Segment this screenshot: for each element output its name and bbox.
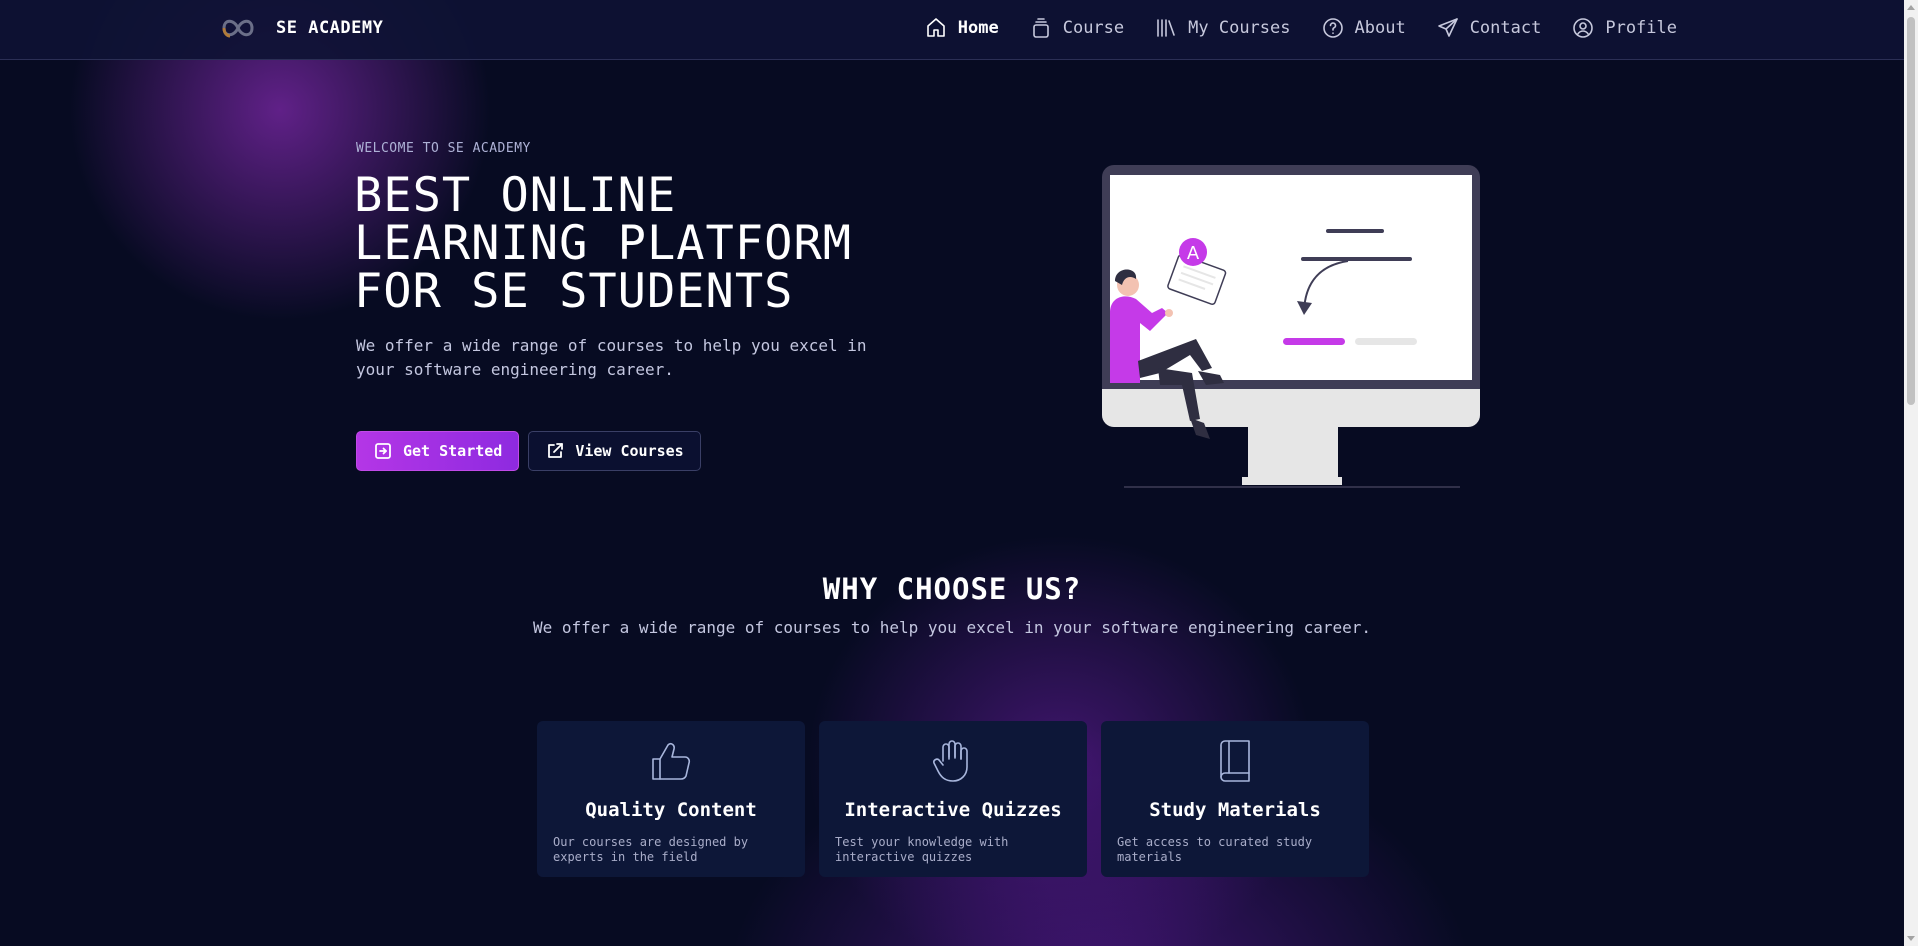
nav-course[interactable]: Course bbox=[1029, 16, 1124, 40]
hand-icon bbox=[929, 737, 977, 785]
feature-cards: Quality Content Our courses are designed… bbox=[537, 721, 1369, 877]
hero-title: BEST ONLINE LEARNING PLATFORM FOR SE STU… bbox=[354, 168, 853, 319]
grade-letter: A bbox=[1187, 243, 1200, 264]
feature-description: Our courses are designed by experts in t… bbox=[553, 835, 749, 864]
login-icon bbox=[375, 443, 391, 459]
external-link-icon bbox=[548, 443, 564, 458]
hero-actions: Get Started View Courses bbox=[356, 431, 701, 471]
layers-icon bbox=[1032, 18, 1049, 38]
top-navbar: SE ACADEMY Home Course My Courses About … bbox=[0, 0, 1904, 60]
library-icon bbox=[1157, 19, 1175, 37]
home-icon bbox=[926, 18, 945, 37]
get-started-label: Get Started bbox=[403, 442, 503, 460]
help-circle-icon bbox=[1322, 18, 1343, 38]
view-courses-button[interactable]: View Courses bbox=[528, 431, 701, 471]
main-nav: Home Course My Courses About Contact Pro… bbox=[924, 16, 1677, 40]
hero-eyebrow: WELCOME TO SE ACADEMY bbox=[356, 141, 531, 156]
hero-illustration: A bbox=[1102, 165, 1480, 488]
nav-contact-label: Contact bbox=[1469, 18, 1542, 38]
scroll-down-arrow-icon[interactable] bbox=[1907, 936, 1915, 941]
scroll-thumb[interactable] bbox=[1907, 17, 1915, 405]
book-icon bbox=[1211, 737, 1259, 785]
brand[interactable]: SE ACADEMY bbox=[218, 15, 383, 41]
feature-card: Study Materials Get access to curated st… bbox=[1101, 721, 1369, 877]
nav-home-label: Home bbox=[957, 18, 999, 38]
get-started-button[interactable]: Get Started bbox=[356, 431, 520, 471]
why-title: WHY CHOOSE US? bbox=[822, 572, 1082, 606]
brand-name: SE ACADEMY bbox=[276, 18, 384, 38]
feature-title: Interactive Quizzes bbox=[844, 799, 1062, 821]
nav-about[interactable]: About bbox=[1321, 16, 1406, 40]
feature-card: Interactive Quizzes Test your knowledge … bbox=[819, 721, 1087, 877]
nav-my-courses-label: My Courses bbox=[1188, 18, 1291, 38]
feature-description: Get access to curated study materials bbox=[1117, 835, 1313, 864]
nav-my-courses[interactable]: My Courses bbox=[1154, 16, 1291, 40]
thumbs-up-icon bbox=[647, 737, 695, 785]
nav-course-label: Course bbox=[1062, 18, 1125, 38]
nav-home[interactable]: Home bbox=[924, 16, 999, 40]
feature-title: Quality Content bbox=[585, 799, 757, 821]
feature-title: Study Materials bbox=[1149, 799, 1321, 821]
nav-contact[interactable]: Contact bbox=[1436, 16, 1542, 40]
feature-description: Test your knowledge with interactive qui… bbox=[835, 835, 1009, 864]
nav-profile[interactable]: Profile bbox=[1571, 16, 1677, 40]
send-icon bbox=[1437, 18, 1458, 37]
nav-about-label: About bbox=[1354, 18, 1406, 38]
user-circle-icon bbox=[1573, 18, 1594, 38]
why-subtitle: We offer a wide range of courses to help… bbox=[532, 618, 1372, 637]
hero-subtitle: We offer a wide range of courses to help… bbox=[356, 336, 867, 379]
page-scrollbar[interactable] bbox=[1904, 0, 1918, 946]
scroll-up-arrow-icon[interactable] bbox=[1907, 5, 1915, 10]
feature-card: Quality Content Our courses are designed… bbox=[537, 721, 805, 877]
view-courses-label: View Courses bbox=[575, 442, 684, 460]
nav-profile-label: Profile bbox=[1605, 18, 1677, 38]
infinity-logo-icon bbox=[222, 19, 254, 38]
